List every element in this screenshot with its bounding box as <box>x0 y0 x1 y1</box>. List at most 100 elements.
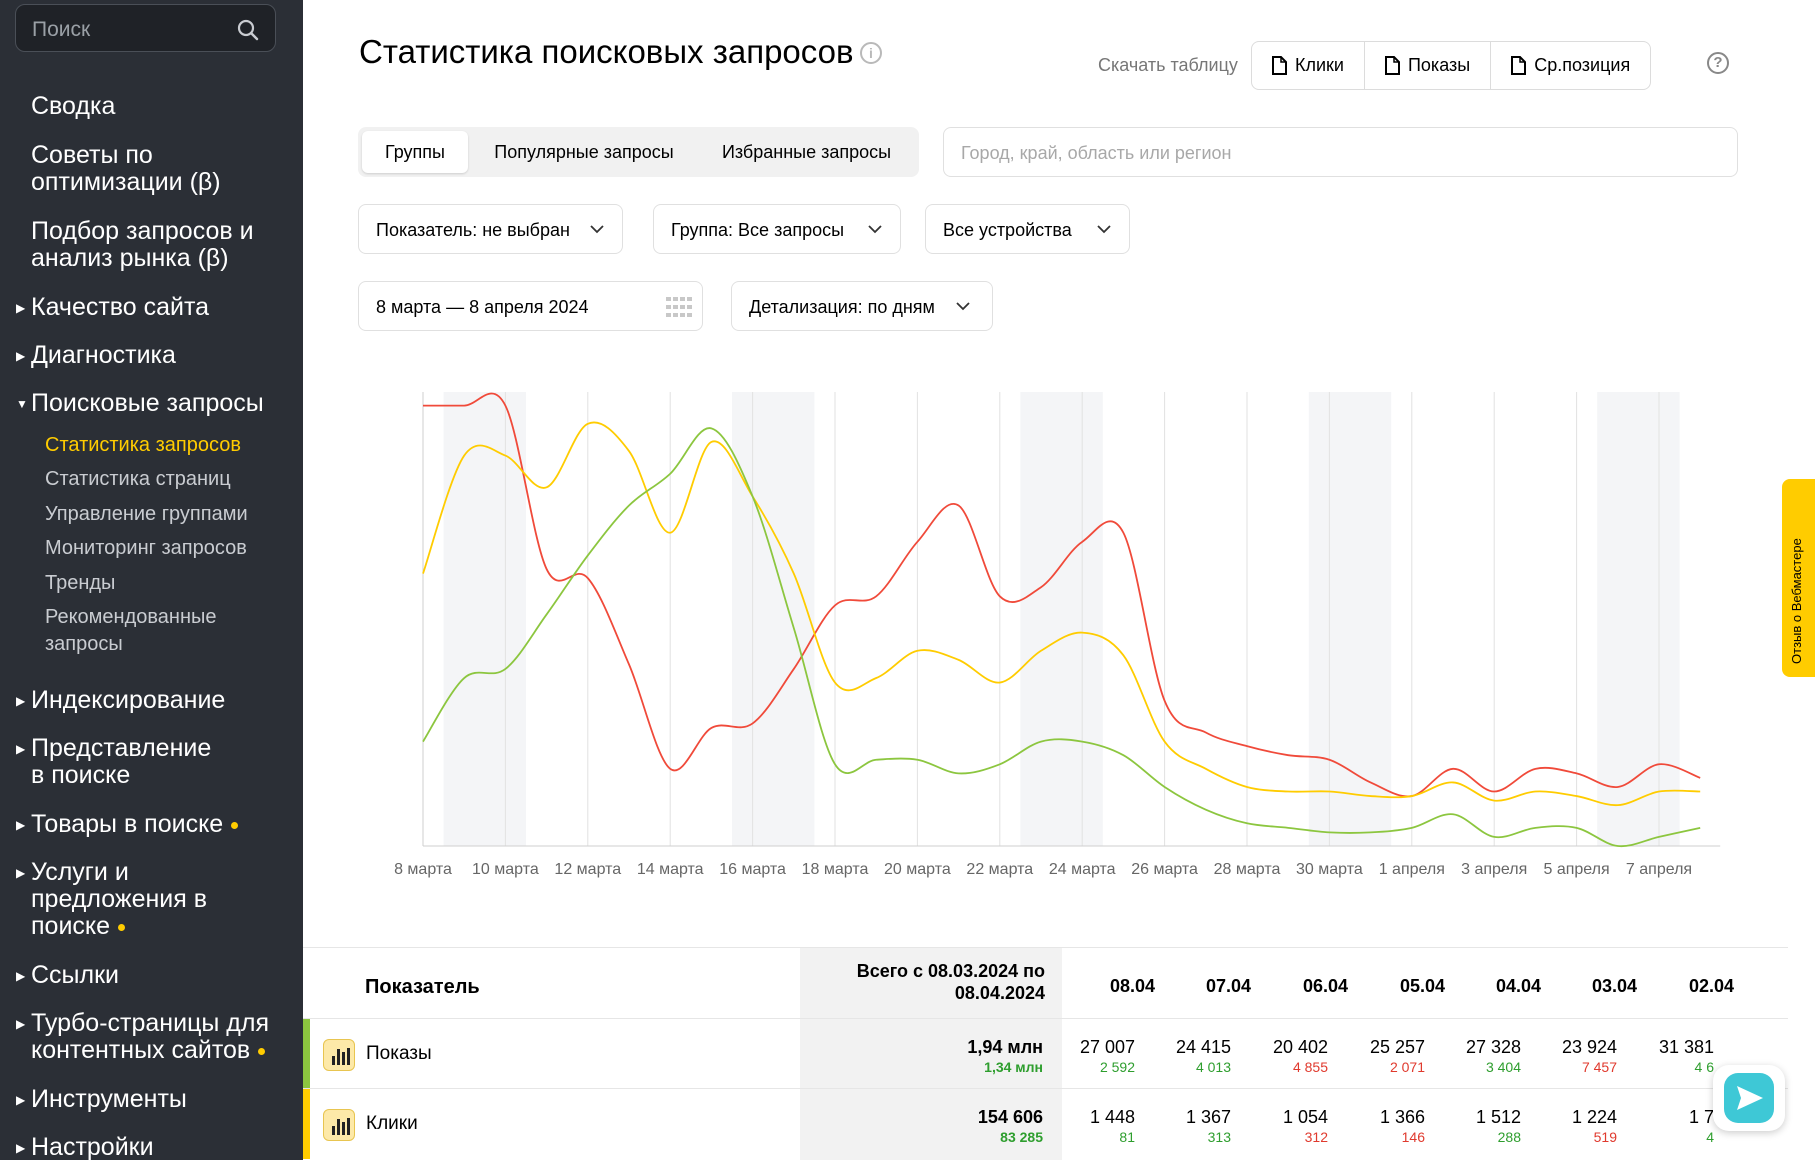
download-avg-position-button[interactable]: Ср.позиция <box>1491 42 1650 89</box>
help-icon[interactable]: ? <box>1707 52 1729 74</box>
dropdown-label: Все устройства <box>943 220 1072 240</box>
x-tick-label: 26 марта <box>1131 861 1198 878</box>
subnav-query-monitoring[interactable]: Мониторинг запросов <box>45 535 247 562</box>
nav-label: предложения в <box>31 885 208 913</box>
devices-dropdown[interactable]: Все устройства <box>925 204 1130 254</box>
nav-label: оптимизации (β) <box>31 168 221 196</box>
nav-label: анализ рынка (β) <box>31 244 229 272</box>
nav-settings[interactable]: Настройки <box>31 1134 154 1160</box>
x-tick-label: 24 марта <box>1049 861 1116 878</box>
feedback-tab[interactable]: Отзыв о Вебмастере <box>1782 479 1815 677</box>
nav-turbo-pages[interactable]: Турбо-страницы для контентных сайтов <box>31 1010 269 1064</box>
download-clicks-button[interactable]: Клики <box>1252 42 1365 89</box>
x-tick-label: 12 марта <box>554 861 621 878</box>
nav-diagnostics[interactable]: Диагностика <box>31 342 176 369</box>
caret-right-icon: ▶ <box>16 1093 26 1107</box>
app-root: Поиск Сводка Советы по оптимизации (β) П… <box>0 0 1815 1160</box>
search-input[interactable]: Поиск <box>15 4 276 52</box>
date-range-label: 8 марта — 8 апреля 2024 <box>376 297 589 317</box>
calendar-icon <box>666 297 692 317</box>
detail-dropdown[interactable]: Детализация: по дням <box>731 281 993 331</box>
row-day-change: 7 457 <box>1581 1059 1617 1075</box>
search-icon[interactable] <box>237 19 259 41</box>
nav-search-presentation[interactable]: Представление в поиске <box>31 735 211 789</box>
nav-products-in-search[interactable]: Товары в поиске <box>31 811 239 838</box>
subnav-label: Управление группами <box>45 503 248 525</box>
download-impressions-button[interactable]: Показы <box>1365 42 1492 89</box>
send-icon <box>1724 1073 1774 1123</box>
info-icon[interactable]: i <box>860 42 882 64</box>
nav-label: Советы по <box>31 141 153 169</box>
subnav-label: Тренды <box>45 572 116 594</box>
chat-button[interactable] <box>1713 1065 1785 1131</box>
x-tick-label: 3 апреля <box>1461 861 1527 878</box>
nav-site-quality[interactable]: Качество сайта <box>31 294 209 321</box>
nav-query-selection[interactable]: Подбор запросов и анализ рынка (β) <box>31 218 254 272</box>
subnav-recommended-queries[interactable]: Рекомендованные запросы <box>45 604 217 658</box>
weekend-band <box>443 392 526 846</box>
row-total: 154 606 <box>977 1107 1043 1127</box>
row-day-value: 1 512 <box>1475 1107 1521 1127</box>
x-tick-label: 14 марта <box>637 861 704 878</box>
subnav-page-stats[interactable]: Статистика страниц <box>45 466 231 493</box>
x-tick-label: 7 апреля <box>1626 861 1692 878</box>
weekend-band <box>732 392 815 846</box>
subnav-group-management[interactable]: Управление группами <box>45 501 248 528</box>
row-day-change: 313 <box>1207 1129 1231 1145</box>
nav-indexing[interactable]: Индексирование <box>31 687 225 714</box>
nav-summary[interactable]: Сводка <box>31 93 115 120</box>
nav-search-queries[interactable]: Поисковые запросы <box>31 390 264 417</box>
row-day-change: 4 <box>1706 1129 1714 1145</box>
subnav-label: Статистика страниц <box>45 468 231 490</box>
tab-favorite-queries[interactable]: Избранные запросы <box>698 131 915 173</box>
row-day-value: 27 007 <box>1079 1037 1135 1057</box>
row-day-value: 23 924 <box>1561 1037 1617 1057</box>
document-icon <box>1272 56 1287 75</box>
table-row-clicks[interactable]: Клики 154 606 83 285 1 448 81 1 367 313 1 05… <box>303 1088 1788 1159</box>
subnav-query-stats[interactable]: Статистика запросов <box>45 432 241 459</box>
header-date: 07.04 <box>1205 976 1251 996</box>
nav-tools[interactable]: Инструменты <box>31 1086 187 1113</box>
chevron-down-icon <box>1097 225 1111 234</box>
indicator-dropdown[interactable]: Показатель: не выбран <box>358 204 623 254</box>
document-icon <box>1384 56 1400 75</box>
nav-label: Диагностика <box>31 341 176 369</box>
x-tick-label: 30 марта <box>1296 861 1363 878</box>
feedback-label: Отзыв о Вебмастере <box>1789 538 1804 664</box>
nav-label: Поисковые запросы <box>31 389 264 417</box>
row-day-value: 1 366 <box>1379 1107 1425 1127</box>
weekend-band <box>1597 392 1680 846</box>
nav-label: Турбо-страницы для <box>31 1009 270 1037</box>
nav-label: Представление <box>31 734 212 762</box>
search-placeholder: Поиск <box>32 18 91 41</box>
nav-label: Услуги и <box>31 858 129 886</box>
region-input[interactable]: Город, край, область или регион <box>943 127 1738 177</box>
x-tick-label: 20 марта <box>884 861 951 878</box>
caret-down-icon: ▼ <box>16 397 28 411</box>
caret-right-icon: ▶ <box>16 349 26 363</box>
dropdown-label: Группа: Все запросы <box>671 220 845 240</box>
row-label: Показы <box>366 1043 432 1064</box>
tab-popular-queries[interactable]: Популярные запросы <box>474 131 694 173</box>
nav-optimization-tips[interactable]: Советы по оптимизации (β) <box>31 142 221 196</box>
nav-services-in-search[interactable]: Услуги и предложения в поиске <box>31 859 207 940</box>
nav-label: Ссылки <box>31 961 120 989</box>
row-day-change: 4 013 <box>1195 1059 1231 1075</box>
caret-right-icon: ▶ <box>16 1141 26 1155</box>
nav-links[interactable]: Ссылки <box>31 962 119 989</box>
row-day-change: 4 6 <box>1694 1059 1714 1075</box>
row-total-sub: 1,34 млн <box>984 1059 1043 1075</box>
subnav-trends[interactable]: Тренды <box>45 570 115 597</box>
tab-groups[interactable]: Группы <box>362 131 468 173</box>
x-tick-label: 10 марта <box>472 861 539 878</box>
table-row-impressions[interactable]: Показы 1,94 млн 1,34 млн 27 007 2 592 24 4… <box>303 1018 1788 1089</box>
bar-chart-icon[interactable] <box>323 1109 355 1141</box>
x-tick-label: 18 марта <box>802 861 869 878</box>
bar-chart-icon[interactable] <box>323 1039 355 1071</box>
date-range-picker[interactable]: 8 марта — 8 апреля 2024 <box>358 281 703 331</box>
download-button-label: Клики <box>1295 55 1344 75</box>
group-dropdown[interactable]: Группа: Все запросы <box>653 204 901 254</box>
caret-right-icon: ▶ <box>16 818 26 832</box>
region-placeholder: Город, край, область или регион <box>961 143 1232 163</box>
nav-label: в поиске <box>31 761 131 789</box>
